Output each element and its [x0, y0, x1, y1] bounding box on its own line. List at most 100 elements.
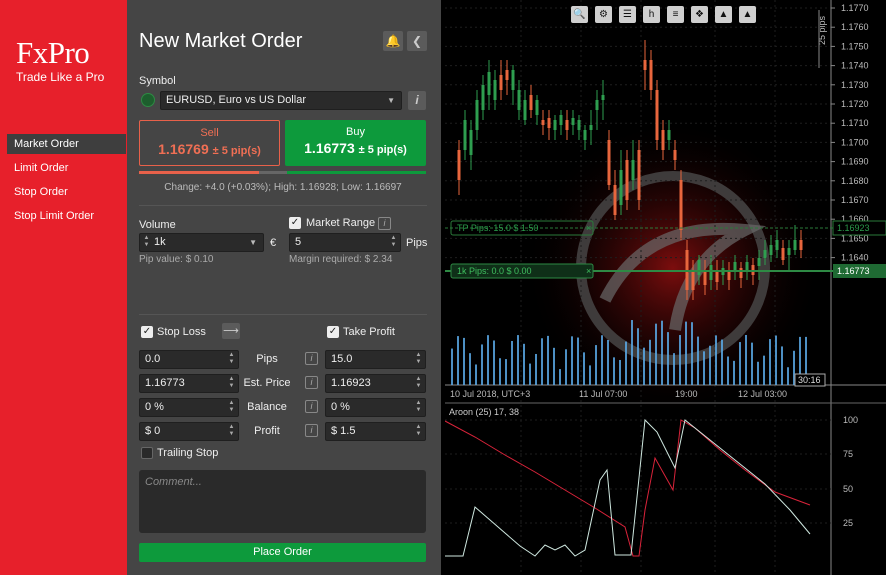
candle-body	[589, 125, 593, 130]
volume-bar	[721, 339, 723, 385]
price-chart[interactable]: 1.1770 1.1760 1.1750 1.1740 1.1730 1.1720 1.17…	[445, 0, 886, 575]
candle-body	[763, 250, 767, 258]
candle-body	[649, 60, 653, 90]
symbol-label: Symbol	[139, 75, 176, 87]
buy-spread: ± 5 pip(s)	[358, 144, 407, 156]
volume-bar	[457, 336, 459, 385]
profit-info-icon[interactable]: i	[305, 424, 318, 437]
market-range-checkbox[interactable]: ✓	[289, 217, 301, 229]
sl-price-input[interactable]: 1.16773 ▲ ▼	[139, 374, 239, 393]
candle-body	[517, 90, 521, 110]
brand-sidebar: FxPro Trade Like a Pro Market Order Limi…	[0, 0, 127, 575]
stepper-icon[interactable]: ▲ ▼	[228, 400, 235, 414]
market-range-input[interactable]: 5 ▲ ▼	[289, 233, 401, 252]
comment-input[interactable]: Comment...	[139, 470, 426, 533]
volume-bar	[763, 355, 765, 385]
candle-body	[505, 70, 509, 80]
candle-body	[757, 258, 761, 266]
sell-button[interactable]: Sell 1.16769 ± 5 pip(s)	[139, 120, 280, 166]
tp-pips-input[interactable]: 15.0 ▲ ▼	[325, 350, 426, 369]
volume-bar	[571, 336, 573, 385]
place-order-button[interactable]: Place Order	[139, 543, 426, 562]
balance-row-label: Balance	[247, 401, 287, 413]
chart-canvas[interactable]: 1.1770 1.1760 1.1750 1.1740 1.1730 1.1720 1.17…	[445, 0, 886, 575]
market-range-info-icon[interactable]: i	[378, 217, 391, 230]
volume-bar	[493, 340, 495, 385]
stepper-icon[interactable]: ▲ ▼	[415, 424, 422, 438]
stepper-icon[interactable]: ▲ ▼	[228, 424, 235, 438]
chart-settings-icon[interactable]: ⚙	[595, 6, 612, 23]
candle-body	[481, 85, 485, 110]
time-tick-label: 19:00	[675, 389, 698, 399]
trailing-stop-checkbox[interactable]	[141, 447, 153, 459]
chevron-down-icon: ▼	[387, 96, 395, 105]
take-profit-checkbox[interactable]: ✓	[327, 326, 339, 338]
sell-price: 1.16769	[158, 141, 209, 157]
sentiment-gap	[259, 171, 287, 174]
market-range-value: 5	[295, 236, 302, 248]
price-change-text: Change: +4.0 (+0.03%); High: 1.16928; Lo…	[164, 182, 402, 193]
nav-stop-order[interactable]: Stop Order	[7, 182, 127, 202]
collapse-button[interactable]: ❮	[407, 31, 427, 51]
brand-tagline: Trade Like a Pro	[16, 70, 105, 84]
market-range-stepper-icon[interactable]: ▲ ▼	[390, 235, 397, 249]
candle-body	[541, 120, 545, 125]
volume-bar	[595, 345, 597, 385]
candle-body	[571, 118, 575, 125]
price-tick-label: 1.1690	[841, 157, 869, 167]
stepper-icon[interactable]: ▲ ▼	[415, 400, 422, 414]
volume-bar	[613, 357, 615, 385]
sl-balance-input[interactable]: 0 % ▲ ▼	[139, 398, 239, 417]
timeframe-icon[interactable]: h	[643, 6, 660, 23]
candle-body	[799, 240, 803, 250]
chart-type-icon[interactable]: ▲	[715, 6, 732, 23]
stepper-icon[interactable]: ▲ ▼	[415, 352, 422, 366]
volume-value: 1k	[154, 236, 166, 248]
est-price-info-icon[interactable]: i	[305, 376, 318, 389]
alert-bell-button[interactable]: 🔔	[383, 31, 403, 51]
candle-body	[739, 268, 743, 278]
sl-profit-input[interactable]: $ 0 ▲ ▼	[139, 422, 239, 441]
zoom-icon[interactable]: 🔍	[571, 6, 588, 23]
candle-body	[655, 90, 659, 140]
tp-balance-input[interactable]: 0 % ▲ ▼	[325, 398, 426, 417]
candle-body	[535, 100, 539, 115]
price-tick-label: 1.1730	[841, 80, 869, 90]
volume-bar	[553, 347, 555, 385]
stepper-icon[interactable]: ▲ ▼	[415, 376, 422, 390]
tp-line-label: TP Pips: 15.0 $ 1.50	[457, 223, 538, 233]
pips-info-icon[interactable]: i	[305, 352, 318, 365]
volume-bar	[481, 344, 483, 385]
candle-body	[493, 80, 497, 100]
stop-loss-checkbox[interactable]: ✓	[141, 326, 153, 338]
candle-body	[613, 185, 617, 215]
nav-market-order[interactable]: Market Order	[7, 134, 126, 154]
swap-arrow-button[interactable]: ⟶	[222, 323, 240, 339]
nav-limit-order[interactable]: Limit Order	[7, 158, 127, 178]
volume-bar	[697, 336, 699, 385]
volume-bar	[727, 356, 729, 385]
tp-profit-input[interactable]: $ 1.5 ▲ ▼	[325, 422, 426, 441]
volume-bar	[769, 339, 771, 385]
volume-bar	[673, 353, 675, 385]
nav-stop-limit-order[interactable]: Stop Limit Order	[7, 206, 127, 226]
volume-stepper-icon[interactable]: ▲ ▼	[143, 235, 150, 249]
volume-bar	[499, 358, 501, 385]
stepper-icon[interactable]: ▲ ▼	[228, 352, 235, 366]
stepper-icon[interactable]: ▲ ▼	[228, 376, 235, 390]
tp-balance-value: 0 %	[331, 401, 350, 413]
symbol-select[interactable]: EURUSD, Euro vs US Dollar ▼	[160, 91, 402, 110]
templates-icon[interactable]: ▲	[739, 6, 756, 23]
symbol-info-button[interactable]: i	[408, 91, 426, 110]
volume-input[interactable]: ▲ ▼ 1k ▼	[139, 233, 264, 252]
divider	[139, 205, 427, 206]
drawing-tools-icon[interactable]: ❖	[691, 6, 708, 23]
buy-button[interactable]: Buy 1.16773 ± 5 pip(s)	[285, 120, 426, 166]
sl-pips-input[interactable]: 0.0 ▲ ▼	[139, 350, 239, 369]
objects-list-icon[interactable]: ≡	[667, 6, 684, 23]
tp-price-input[interactable]: 1.16923 ▲ ▼	[325, 374, 426, 393]
balance-info-icon[interactable]: i	[305, 400, 318, 413]
candle-body	[583, 130, 587, 140]
symbol-status-icon	[141, 93, 155, 107]
indicators-icon[interactable]: ☰	[619, 6, 636, 23]
